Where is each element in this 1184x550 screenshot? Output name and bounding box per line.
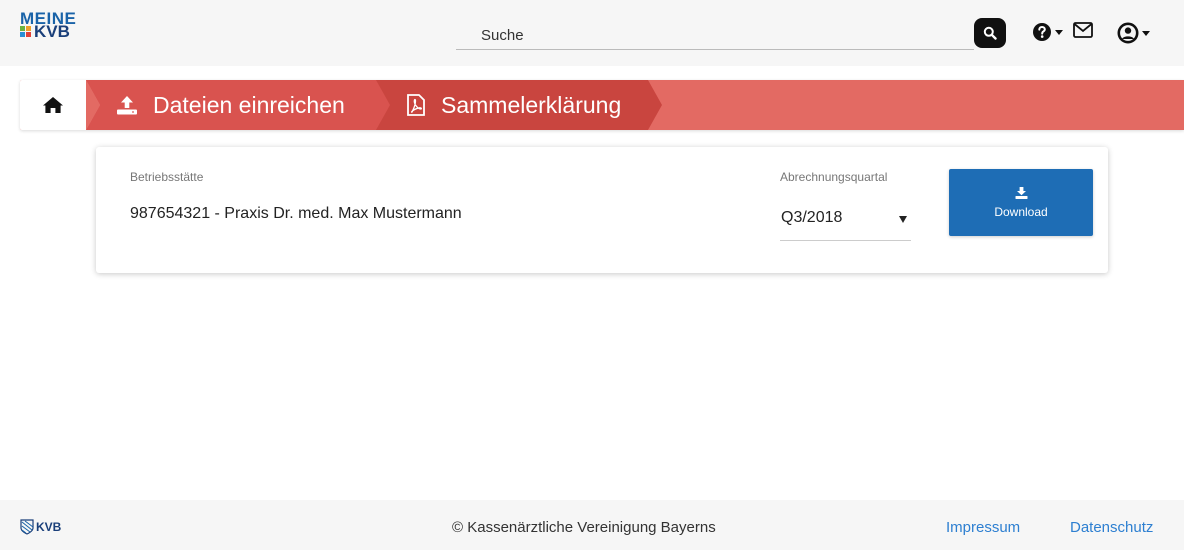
breadcrumb: Dateien einreichen Sammelerklärung <box>20 80 1184 130</box>
top-header: MEINE KVB <box>0 0 1184 66</box>
messages-button[interactable] <box>1073 22 1093 38</box>
footer-logo-text: KVB <box>36 520 62 534</box>
chevron-down-icon <box>1055 29 1063 35</box>
pdf-icon <box>407 94 425 116</box>
breadcrumb-item-label: Dateien einreichen <box>153 91 345 118</box>
download-label: Download <box>994 204 1048 219</box>
datenschutz-link[interactable]: Datenschutz <box>1070 519 1153 536</box>
search-button[interactable] <box>974 18 1006 48</box>
home-icon <box>43 97 63 113</box>
kvb-lozenge-icon <box>20 519 34 535</box>
abrechnungsquartal-select[interactable]: Q3/2018 <box>780 203 911 241</box>
breadcrumb-item-label: Sammelerklärung <box>441 91 622 118</box>
logo-grid-icon <box>20 26 31 37</box>
search-input[interactable] <box>456 22 974 49</box>
help-icon <box>1033 23 1051 41</box>
betriebsstaette-label: Betriebsstätte <box>130 170 204 184</box>
search-field <box>456 22 974 50</box>
mail-icon <box>1073 22 1093 38</box>
breadcrumb-item-sammelerklaerung[interactable]: Sammelerklärung <box>376 80 662 130</box>
logo-line2: KVB <box>34 22 70 41</box>
selection-card: Betriebsstätte 987654321 - Praxis Dr. me… <box>96 147 1108 273</box>
user-menu[interactable] <box>1117 22 1150 44</box>
upload-icon <box>117 96 137 115</box>
copyright-text: © Kassenärztliche Vereinigung Bayerns <box>452 519 716 536</box>
breadcrumb-item-dateien-einreichen[interactable]: Dateien einreichen <box>86 80 396 130</box>
download-button[interactable]: Download <box>949 169 1093 236</box>
abrechnungsquartal-value: Q3/2018 <box>781 209 843 226</box>
meine-kvb-logo[interactable]: MEINE KVB <box>20 10 76 41</box>
download-icon <box>1015 186 1027 199</box>
user-icon <box>1117 22 1139 44</box>
help-menu[interactable] <box>1032 22 1063 42</box>
breadcrumb-home[interactable] <box>20 80 86 130</box>
search-icon <box>983 26 997 40</box>
kvb-footer-logo: KVB <box>20 519 61 535</box>
betriebsstaette-value: 987654321 - Praxis Dr. med. Max Musterma… <box>130 205 462 222</box>
impressum-link[interactable]: Impressum <box>946 519 1020 536</box>
chevron-down-icon <box>899 216 907 223</box>
chevron-down-icon <box>1142 30 1150 36</box>
footer: KVB © Kassenärztliche Vereinigung Bayern… <box>0 500 1184 550</box>
abrechnungsquartal-label: Abrechnungsquartal <box>780 170 888 184</box>
